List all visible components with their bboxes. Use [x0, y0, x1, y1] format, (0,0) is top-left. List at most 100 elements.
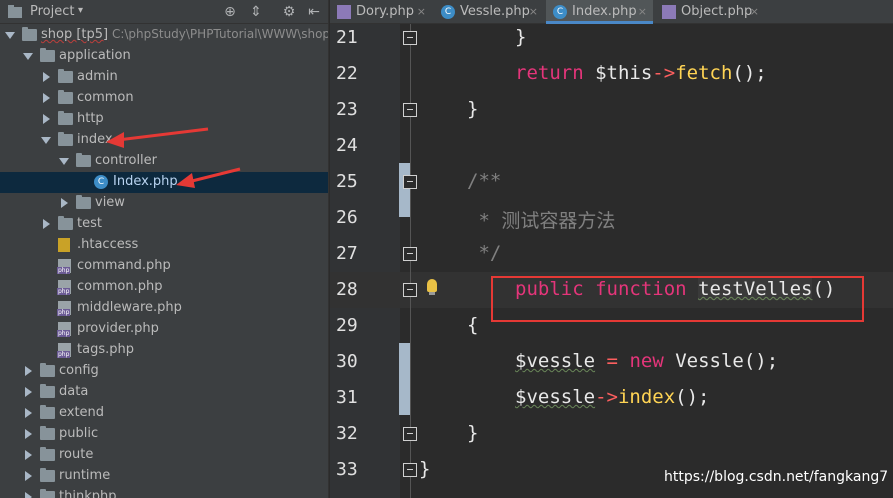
fold-marker-icon[interactable]	[403, 283, 417, 297]
fold-marker-icon[interactable]	[403, 175, 417, 189]
line-number: 24	[336, 135, 358, 156]
fold-marker-icon[interactable]	[403, 463, 417, 477]
chevron-right-icon[interactable]	[25, 366, 32, 376]
line-number: 27	[336, 243, 358, 264]
tree-item[interactable]: data	[0, 382, 328, 403]
tree-item[interactable]: view	[0, 193, 328, 214]
chevron-right-icon[interactable]	[25, 408, 32, 418]
chevron-right-icon[interactable]	[43, 93, 50, 103]
folder-icon	[58, 90, 73, 104]
fold-marker-icon[interactable]	[403, 247, 417, 261]
folder-icon	[58, 132, 73, 146]
folder-icon	[40, 489, 55, 498]
lightbulb-icon[interactable]	[427, 279, 437, 295]
editor-tabs: Dory.php × C Vessle.php × C Index.php × Object.p…	[330, 0, 893, 24]
chevron-down-icon[interactable]: ▾	[78, 5, 83, 16]
tree-item[interactable]: extend	[0, 403, 328, 424]
chevron-right-icon[interactable]	[43, 219, 50, 229]
code-line-27: */	[467, 242, 502, 264]
tree-item-label: thinkphp	[59, 489, 117, 498]
watermark: https://blog.csdn.net/fangkang7	[664, 469, 889, 485]
editor-tab[interactable]: C Index.php ×	[546, 0, 653, 24]
chevron-down-icon[interactable]	[5, 32, 15, 39]
line-number: 22	[336, 63, 358, 84]
tree-item[interactable]: common	[0, 88, 328, 109]
tree-item[interactable]: C Index.php	[0, 172, 328, 193]
tree-item-label: admin	[77, 69, 118, 84]
class-icon: C	[441, 5, 455, 19]
line-number: 32	[336, 423, 358, 444]
tree-item[interactable]: middleware.php	[0, 298, 328, 319]
code-editor[interactable]: Dory.php × C Vessle.php × C Index.php × Object.p…	[330, 0, 893, 498]
editor-tab-label: Vessle.php	[460, 4, 530, 19]
tree-item[interactable]: .htaccess	[0, 235, 328, 256]
chevron-right-icon[interactable]	[25, 492, 32, 498]
tree-item-label: extend	[59, 405, 105, 420]
tree-item[interactable]: common.php	[0, 277, 328, 298]
tree-item[interactable]: application	[0, 46, 328, 67]
tree-item[interactable]: thinkphp	[0, 487, 328, 498]
folder-icon	[40, 363, 55, 377]
tree-item[interactable]: route	[0, 445, 328, 466]
chevron-down-icon[interactable]	[23, 53, 33, 60]
line-number: 21	[336, 27, 358, 48]
collapse-all-icon[interactable]: ⇕	[247, 3, 265, 21]
editor-tab[interactable]: Object.php ×	[655, 0, 765, 24]
tree-item[interactable]: shop [tp5] C:\phpStudy\PHPTutorial\WWW\s…	[0, 25, 328, 46]
tree-item-label: Index.php	[113, 174, 178, 189]
tree-item-path: C:\phpStudy\PHPTutorial\WWW\shop	[108, 27, 328, 41]
tree-item[interactable]: public	[0, 424, 328, 445]
tree-item[interactable]: controller	[0, 151, 328, 172]
close-icon[interactable]: ×	[529, 0, 538, 24]
chevron-right-icon[interactable]	[43, 114, 50, 124]
tree-item[interactable]: runtime	[0, 466, 328, 487]
editor-tab[interactable]: C Vessle.php ×	[434, 0, 544, 24]
tree-item-label: command.php	[77, 258, 171, 273]
chevron-right-icon[interactable]	[25, 429, 32, 439]
tree-item[interactable]: test	[0, 214, 328, 235]
chevron-down-icon[interactable]	[59, 158, 69, 165]
annotation-arrow-icon	[176, 167, 241, 188]
line-number: 29	[336, 315, 358, 336]
locate-icon[interactable]: ⊕	[221, 3, 239, 21]
tree-item-label: view	[95, 195, 125, 210]
code-line-30: $vessle = new Vessle();	[515, 350, 779, 372]
folder-icon	[76, 153, 91, 167]
tree-item-label: middleware.php	[77, 300, 182, 315]
project-icon	[8, 5, 22, 18]
tree-item-label: config	[59, 363, 99, 378]
tree-item[interactable]: config	[0, 361, 328, 382]
chevron-right-icon[interactable]	[61, 198, 68, 208]
tree-item[interactable]: command.php	[0, 256, 328, 277]
tree-item-label: controller	[95, 153, 158, 168]
php-file-icon	[57, 280, 71, 295]
hide-panel-icon[interactable]: ⇤	[305, 3, 323, 21]
project-panel-title[interactable]: Project	[30, 4, 74, 19]
config-file-icon	[58, 238, 70, 252]
close-icon[interactable]: ×	[638, 0, 647, 24]
annotation-arrow-icon	[106, 127, 209, 148]
chevron-right-icon[interactable]	[25, 450, 32, 460]
chevron-right-icon[interactable]	[25, 471, 32, 481]
chevron-right-icon[interactable]	[43, 72, 50, 82]
editor-tab-label: Index.php	[572, 4, 637, 19]
chevron-down-icon[interactable]	[41, 137, 51, 144]
php-file-icon	[662, 5, 676, 19]
tree-item-label: runtime	[59, 468, 111, 483]
fold-marker-icon[interactable]	[403, 31, 417, 45]
editor-tab[interactable]: Dory.php ×	[330, 0, 432, 24]
close-icon[interactable]: ×	[417, 0, 426, 24]
tree-item[interactable]: tags.php	[0, 340, 328, 361]
fold-marker-icon[interactable]	[403, 427, 417, 441]
close-icon[interactable]: ×	[750, 0, 759, 24]
fold-marker-icon[interactable]	[403, 103, 417, 117]
gear-icon[interactable]: ⚙	[280, 3, 298, 21]
folder-icon	[40, 405, 55, 419]
php-file-icon	[57, 301, 71, 316]
tree-item-label: test	[77, 216, 102, 231]
tree-item[interactable]: admin	[0, 67, 328, 88]
class-icon: C	[553, 5, 567, 19]
tree-item[interactable]: provider.php	[0, 319, 328, 340]
chevron-right-icon[interactable]	[25, 387, 32, 397]
code-line-26: * 测试容器方法	[467, 210, 616, 232]
